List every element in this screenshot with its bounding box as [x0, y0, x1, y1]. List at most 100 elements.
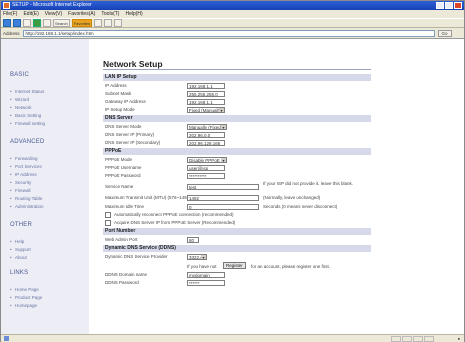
dns-mode-select[interactable]: Manually (Fixed): [187, 124, 227, 130]
minimize-button[interactable]: [436, 2, 444, 9]
ip-setup-mode-select[interactable]: Fixed (Manually): [187, 107, 225, 113]
ddns-provider-label: Dynamic DNS Service Provider: [105, 254, 168, 259]
sidebar-item-network[interactable]: Network: [10, 105, 31, 110]
register-button[interactable]: Register: [223, 262, 246, 269]
subnet-mask-label: Subnet Mask: [105, 91, 132, 96]
title-divider: [103, 69, 371, 70]
pppoe-password-input[interactable]: **********: [187, 173, 225, 179]
sidebar-section-basic: BASIC: [10, 72, 30, 78]
pppoe-username-input[interactable]: user@isp: [187, 165, 225, 171]
service-name-note: If your ISP did not provide it, leave th…: [263, 181, 353, 186]
lan-ip-label: IP Address: [105, 83, 127, 88]
stop-icon[interactable]: [23, 19, 31, 27]
gateway-ip-input[interactable]: 192.168.1.1: [187, 99, 225, 105]
page-title: Network Setup: [103, 59, 163, 69]
toolbar: Search Favorites: [1, 18, 464, 28]
sidebar-item-firewall-setting[interactable]: Firewall setting: [10, 121, 45, 126]
gateway-ip-label: Gateway IP Address: [105, 99, 146, 104]
auto-reconnect-checkbox[interactable]: Automatically reconnect PPPoE connection…: [105, 212, 234, 218]
sidebar-item-wizard[interactable]: Wizard: [10, 97, 29, 102]
sidebar-item-security[interactable]: Security: [10, 180, 31, 185]
dns-primary-label: DNS Server IP (Primary): [105, 132, 155, 137]
subnet-mask-input[interactable]: 255.255.255.0: [187, 91, 225, 97]
favorites-button[interactable]: Favorites: [71, 19, 93, 27]
sidebar-item-help[interactable]: Help: [10, 239, 24, 244]
register-suffix-text: for an account, please register one firs…: [251, 264, 331, 269]
sidebar-section-other: OTHER: [10, 222, 32, 228]
sidebar-item-product-page[interactable]: Product Page: [10, 295, 42, 300]
sidebar-item-internet-status[interactable]: Internet Status: [10, 89, 44, 94]
history-icon[interactable]: [94, 19, 103, 27]
go-button[interactable]: Go: [437, 29, 452, 37]
address-bar: Address http://192.168.1.1/setup/index.h…: [1, 29, 464, 37]
pppoe-mode-select[interactable]: Disable PPPoE: [187, 157, 227, 163]
menu-file[interactable]: File(F): [3, 10, 17, 18]
dns-secondary-label: DNS Server IP (Secondary): [105, 140, 161, 145]
pppoe-mode-label: PPPoE Mode: [105, 157, 133, 162]
page-status-icon: [4, 336, 9, 341]
sidebar-item-homepage[interactable]: Homepage: [10, 303, 37, 308]
sidebar-item-forwarding[interactable]: Forwarding: [10, 156, 37, 161]
ddns-password-input[interactable]: ******: [187, 280, 225, 286]
service-name-label: Service Name: [105, 184, 134, 189]
section-dns-server: DNS Server: [103, 115, 371, 122]
sidebar-item-home-page[interactable]: Home Page: [10, 287, 39, 292]
lan-ip-input[interactable]: 192.168.1.1: [187, 83, 225, 89]
sidebar-section-advanced: ADVANCED: [10, 139, 45, 145]
menu-help[interactable]: Help(H): [125, 10, 142, 18]
address-input[interactable]: http://192.168.1.1/setup/index.htm: [22, 29, 435, 37]
mtu-input[interactable]: 1492: [187, 195, 259, 201]
register-prefix-text: If you have not: [187, 264, 217, 269]
search-button[interactable]: Search: [53, 19, 70, 27]
menu-tools[interactable]: Tools(T): [101, 10, 119, 18]
browser-window: SETUP - Microsoft Internet Explorer File…: [0, 0, 465, 342]
menu-edit[interactable]: Edit(E): [23, 10, 38, 18]
menu-bar: File(F) Edit(E) View(V) Favorites(A) Too…: [1, 10, 464, 18]
section-pppoe: PPPoE: [103, 148, 371, 155]
sidebar-item-administration[interactable]: Administration: [10, 204, 43, 209]
mtu-note: (Normally, leave unchanged): [263, 195, 321, 200]
dns-secondary-input[interactable]: 202.96.128.166: [187, 140, 225, 146]
pppoe-username-label: PPPoE Username: [105, 165, 142, 170]
forward-icon[interactable]: [13, 19, 21, 27]
ddns-password-label: DDNS Password: [105, 280, 139, 285]
menu-view[interactable]: View(V): [45, 10, 62, 18]
pppoe-password-label: PPPoE Password: [105, 173, 141, 178]
sidebar-item-ip-address[interactable]: IP Address: [10, 172, 37, 177]
sidebar-item-basic-setting[interactable]: Basic Setting: [10, 113, 41, 118]
section-ddns: Dynamic DNS Service (DDNS): [103, 245, 371, 252]
sidebar-item-firewall[interactable]: Firewall: [10, 188, 30, 193]
service-name-input[interactable]: test: [187, 184, 259, 190]
sidebar-item-routing-table[interactable]: Routing Table: [10, 196, 43, 201]
title-bar: SETUP - Microsoft Internet Explorer: [1, 1, 464, 10]
print-icon[interactable]: [114, 19, 123, 27]
ip-setup-mode-label: IP Setup Mode: [105, 107, 135, 112]
home-icon[interactable]: [43, 19, 51, 27]
ddns-domain-label: DDNS Domain name: [105, 272, 148, 277]
dns-primary-input[interactable]: 202.96.0.0: [187, 132, 225, 138]
page-content: BASIC Internet Status Wizard Network Bas…: [1, 38, 464, 335]
ddns-domain-input[interactable]: mydomain: [187, 272, 225, 278]
back-icon[interactable]: [3, 19, 11, 27]
idle-time-label: Maximum Idle Time: [105, 204, 145, 209]
status-bar: ●: [1, 334, 464, 342]
web-port-input[interactable]: 80: [187, 237, 199, 243]
mail-icon[interactable]: [104, 19, 113, 27]
menu-favorites[interactable]: Favorites(A): [68, 10, 95, 18]
sidebar-item-about[interactable]: About: [10, 255, 27, 260]
sidebar-section-links: LINKS: [10, 270, 29, 276]
sidebar-item-port-services[interactable]: Port Services: [10, 164, 42, 169]
close-button[interactable]: [454, 2, 462, 9]
dns-mode-label: DNS Server Mode: [105, 124, 142, 129]
idle-time-note: Seconds (0 means never disconnect): [263, 204, 338, 209]
maximize-button[interactable]: [445, 2, 453, 9]
acquire-dns-checkbox[interactable]: Acquire DNS Server IP from PPPoE Server …: [105, 220, 235, 226]
internet-zone-icon: ●: [457, 336, 460, 341]
address-label: Address: [3, 30, 20, 36]
refresh-icon[interactable]: [33, 19, 41, 27]
idle-time-input[interactable]: 0: [187, 204, 259, 210]
ddns-provider-select[interactable]: 3322.org: [187, 254, 207, 260]
section-lan-ip-setup: LAN IP Setup: [103, 74, 371, 81]
sidebar-item-support[interactable]: Support: [10, 247, 31, 252]
web-port-label: Web Admin Port: [105, 237, 138, 242]
